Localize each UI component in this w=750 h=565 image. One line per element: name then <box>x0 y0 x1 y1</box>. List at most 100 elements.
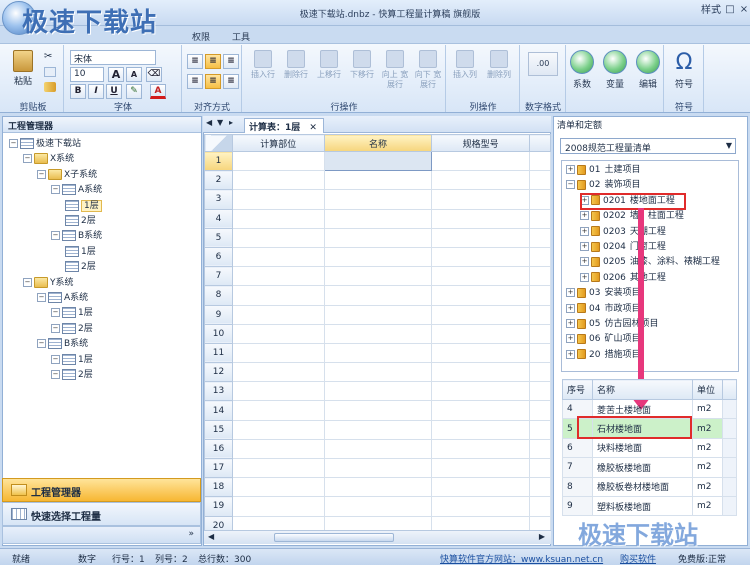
grid-cell[interactable] <box>231 419 325 440</box>
expand-icon[interactable]: + <box>566 165 575 174</box>
row-number[interactable]: 18 <box>204 477 233 498</box>
font-grow-button[interactable]: A <box>108 67 124 82</box>
grid-cell[interactable] <box>431 285 531 306</box>
grid-cell[interactable] <box>323 419 433 440</box>
grid-cell[interactable] <box>323 285 433 306</box>
scroll-left-icon[interactable]: ◀ <box>208 532 214 541</box>
edit-button[interactable]: 编辑 <box>634 50 662 90</box>
grid-cell[interactable] <box>431 246 531 268</box>
move-row-up-button[interactable]: 上移行 <box>314 50 344 80</box>
bill-item-row[interactable]: 7 橡胶板楼地面 m2 <box>562 457 737 478</box>
expand-icon[interactable]: + <box>566 288 575 298</box>
row-number[interactable]: 5 <box>204 227 233 248</box>
grid-cell[interactable] <box>323 304 433 325</box>
grid-cell[interactable] <box>231 304 325 325</box>
corner-cell[interactable] <box>204 134 233 152</box>
expand-icon[interactable]: + <box>580 226 589 236</box>
row-number[interactable]: 3 <box>204 189 233 210</box>
col-header-unit[interactable]: 单位 <box>692 379 723 400</box>
fill-down-button[interactable]: 向下 宽展行 <box>413 50 443 90</box>
delete-column-button[interactable]: 删除列 <box>484 50 514 80</box>
col-header-extra[interactable] <box>529 134 551 152</box>
project-tree-node[interactable]: − Y系统 <box>23 276 74 290</box>
row-number[interactable]: 16 <box>204 438 233 460</box>
row-number[interactable]: 1 <box>204 150 233 172</box>
bill-tree-node[interactable]: +0203 天棚工程 <box>580 225 666 240</box>
col-header-no[interactable]: 序号 <box>562 379 593 400</box>
tree-toggle-icon[interactable]: − <box>37 293 46 302</box>
grid-cell[interactable] <box>323 189 433 210</box>
bill-tree-node[interactable]: +0202 墙、柱面工程 <box>580 209 684 224</box>
symbol-button[interactable]: Ω 符号 <box>670 50 698 90</box>
tab-next-icon[interactable]: ▼ <box>217 118 223 127</box>
website-link[interactable]: 快算软件官方网站：www.ksuan.net.cn <box>440 552 603 565</box>
row-number[interactable]: 12 <box>204 362 233 383</box>
row-number[interactable]: 6 <box>204 246 233 268</box>
project-tree-node[interactable]: − 2层 <box>51 322 93 336</box>
grid-cell[interactable] <box>431 304 531 325</box>
variable-button[interactable]: 变量 <box>601 50 629 90</box>
grid-cell[interactable] <box>529 285 551 306</box>
grid-cell[interactable] <box>323 170 433 191</box>
expand-icon[interactable]: + <box>566 334 575 344</box>
font-color-icon[interactable]: A <box>150 84 166 99</box>
grid-cell[interactable] <box>431 323 531 344</box>
grid-cell[interactable] <box>231 266 325 287</box>
col-header-location[interactable]: 计算部位 <box>231 134 325 152</box>
tree-toggle-icon[interactable]: − <box>51 185 60 195</box>
expand-icon[interactable]: + <box>580 272 589 282</box>
expand-icon[interactable]: − <box>566 180 575 190</box>
grid-cell[interactable] <box>529 342 551 364</box>
tab-tools[interactable]: 工具 <box>232 30 250 43</box>
grid-cell[interactable] <box>431 150 531 172</box>
tab-permission[interactable]: 权限 <box>192 30 210 43</box>
bill-tree-node[interactable]: +05 仿古园林项目 <box>566 317 658 332</box>
tab-end-icon[interactable]: ▸ <box>229 118 233 127</box>
scrollbar-track[interactable] <box>722 418 737 439</box>
grid-cell[interactable] <box>231 208 325 229</box>
bill-tree-node[interactable]: +0204 门窗工程 <box>580 240 666 255</box>
delete-row-button[interactable]: 删除行 <box>281 50 311 80</box>
font-name-select[interactable]: 宋体 <box>70 50 156 65</box>
grid-cell[interactable] <box>323 362 433 383</box>
align-right-icon[interactable]: ≡ <box>223 54 239 69</box>
close-tab-icon[interactable]: ✕ <box>309 123 317 133</box>
grid-cell[interactable] <box>529 189 551 210</box>
grid-cell[interactable] <box>431 381 531 402</box>
grid-cell[interactable] <box>231 362 325 383</box>
tree-toggle-icon[interactable]: − <box>51 370 60 379</box>
bill-tree-node[interactable]: +01 土建项目 <box>566 163 640 178</box>
expand-icon[interactable]: + <box>566 303 575 313</box>
grid-cell[interactable] <box>431 227 531 248</box>
expand-icon[interactable]: + <box>580 211 589 221</box>
grid-cell[interactable] <box>323 457 433 479</box>
tree-toggle-icon[interactable]: − <box>37 169 46 179</box>
grid-cell[interactable] <box>231 170 325 191</box>
grid-cell[interactable] <box>529 323 551 344</box>
number-format-icon[interactable]: .00 <box>528 52 558 76</box>
grid-cell[interactable] <box>529 438 551 460</box>
bill-tree-node[interactable]: +04 市政项目 <box>566 302 640 317</box>
row-number[interactable]: 8 <box>204 285 233 306</box>
close-icon[interactable]: × <box>736 4 750 17</box>
project-tree-node[interactable]: − 1层 <box>51 306 93 320</box>
grid-cell[interactable] <box>431 342 531 364</box>
expand-icon[interactable]: + <box>566 349 575 359</box>
italic-button[interactable]: I <box>88 84 104 99</box>
project-tree-node[interactable]: 2层 <box>65 214 96 228</box>
bill-standard-select[interactable]: 2008规范工程量清单 ▼ <box>560 138 736 154</box>
grid-cell[interactable] <box>231 400 325 421</box>
paste-button[interactable]: 粘贴 <box>10 50 36 87</box>
grid-cell[interactable] <box>323 400 433 421</box>
grid-cell[interactable] <box>431 400 531 421</box>
project-tree-node[interactable]: − A系统 <box>51 183 102 197</box>
grid-cell[interactable] <box>529 150 551 172</box>
project-tree-node[interactable]: − X子系统 <box>37 168 97 182</box>
copy-icon[interactable] <box>44 67 56 77</box>
grid-cell[interactable] <box>529 362 551 383</box>
sheet-tab-1f[interactable]: 计算表：1层 ✕ <box>244 118 324 133</box>
tree-toggle-icon[interactable]: − <box>23 277 32 287</box>
move-row-down-button[interactable]: 下移行 <box>347 50 377 80</box>
scrollbar-track[interactable] <box>722 457 737 478</box>
grid-cell[interactable] <box>323 342 433 364</box>
